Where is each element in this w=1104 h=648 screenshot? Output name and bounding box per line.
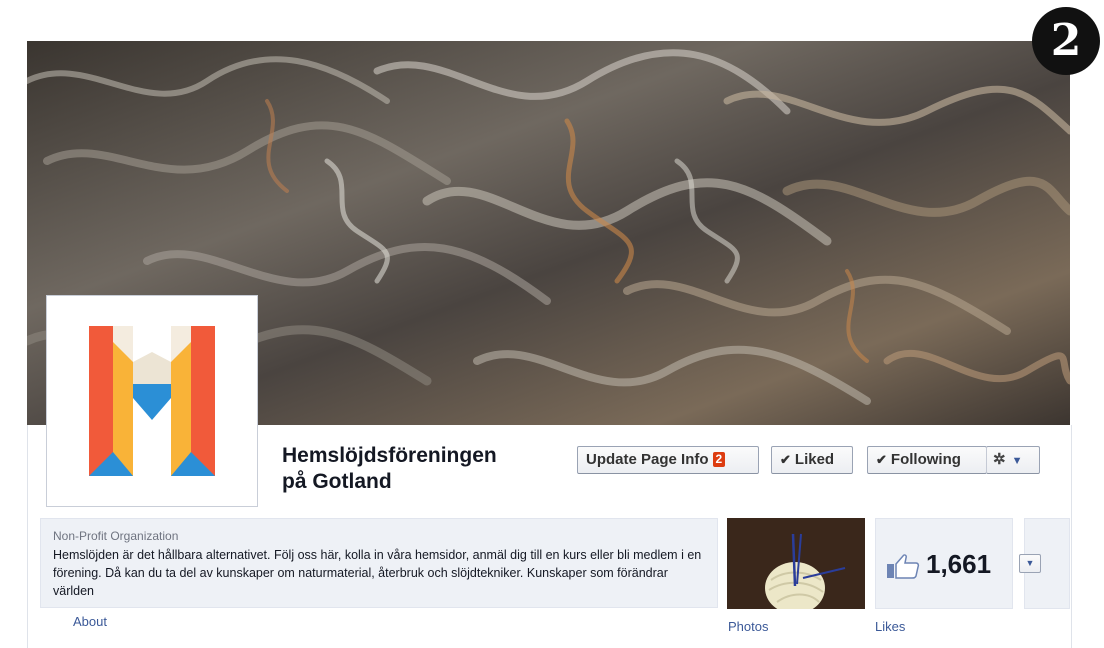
liked-label: Liked: [794, 451, 835, 468]
photos-link[interactable]: Photos: [728, 619, 768, 634]
profile-picture[interactable]: [46, 295, 258, 507]
organization-logo: [89, 326, 215, 476]
check-icon: ✔: [780, 452, 791, 467]
gear-icon: ✲: [993, 451, 1006, 468]
page-title: Hemslöjdsföreningen på Gotland: [282, 443, 572, 495]
likes-box[interactable]: 1,661: [875, 518, 1013, 609]
following-button[interactable]: ✔ Following: [867, 446, 987, 474]
page-description: Hemslöjden är det hållbara alternativet.…: [53, 548, 702, 598]
page-category: Non-Profit Organization: [53, 529, 179, 543]
update-page-info-button[interactable]: Update Page Info 2: [577, 446, 759, 474]
photos-thumbnail[interactable]: [727, 518, 865, 609]
following-label: Following: [890, 451, 961, 468]
liked-button[interactable]: ✔ Liked: [771, 446, 853, 474]
page-title-line-2: på Gotland: [282, 470, 392, 493]
likes-count: 1,661: [926, 549, 992, 579]
likes-link[interactable]: Likes: [875, 619, 905, 634]
page-settings-button[interactable]: ✲ ▼: [986, 446, 1040, 474]
expand-apps-button[interactable]: ▼: [1019, 554, 1041, 573]
check-icon: ✔: [876, 452, 887, 467]
chevron-down-icon: ▼: [1025, 558, 1035, 568]
page-title-line-1: Hemslöjdsföreningen: [282, 444, 497, 467]
thumbs-up-icon: [887, 554, 920, 579]
yarn-ball-image: [727, 518, 865, 609]
notification-count-badge: 2: [712, 452, 726, 467]
update-page-info-label: Update Page Info: [586, 451, 709, 468]
about-box[interactable]: Non-Profit Organization Hemslöjden är de…: [40, 518, 718, 608]
about-link[interactable]: About: [73, 614, 107, 629]
chevron-down-icon: ▼: [1011, 455, 1023, 467]
step-number-badge: 2: [1032, 7, 1100, 75]
